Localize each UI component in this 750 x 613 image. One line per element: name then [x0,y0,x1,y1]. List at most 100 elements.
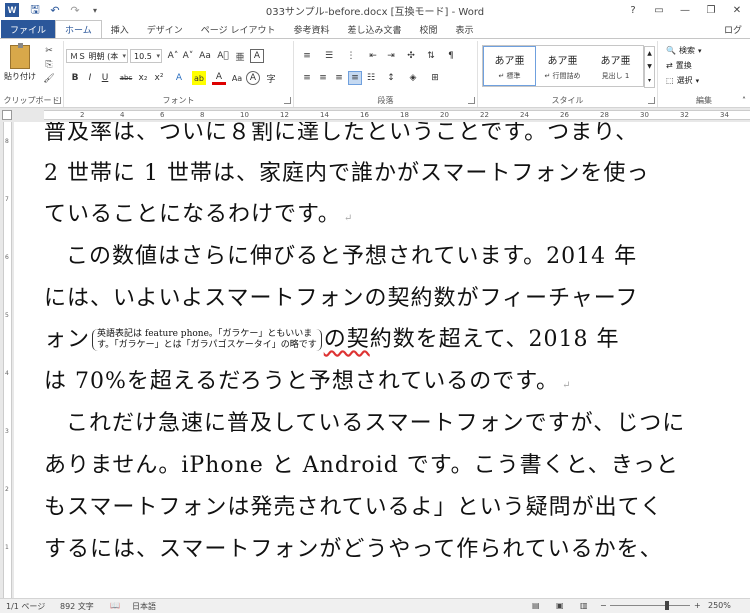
tab-view[interactable]: 表示 [447,20,483,38]
styles-launcher-icon[interactable] [648,97,655,104]
zoom-slider-thumb[interactable] [664,601,669,610]
print-layout-icon[interactable]: ▣ [556,601,564,610]
page-count[interactable]: 1/1 ページ [6,601,45,612]
align-left-icon[interactable]: ≡ [300,71,314,85]
superscript-button[interactable]: x² [152,71,166,85]
sort-icon[interactable]: ⇅ [424,49,438,63]
format-painter-icon[interactable]: 🖌 [42,73,56,85]
font-size-combo[interactable]: 10.5 ▾ [130,49,162,63]
spelling-flag[interactable]: の契 [324,327,370,352]
paragraph-launcher-icon[interactable] [468,97,475,104]
multilevel-list-icon[interactable]: ⋮ [344,49,358,63]
shrink-font-button[interactable]: A˅ [181,49,195,63]
character-border-button[interactable]: A [250,49,264,63]
tab-file[interactable]: ファイル [1,20,56,38]
style-heading-1[interactable]: あア亜 見出し 1 [589,46,642,86]
clipboard-launcher-icon[interactable] [54,97,61,104]
zoom-in-icon[interactable]: + [694,601,701,610]
language-indicator[interactable]: 日本語 [132,601,156,612]
web-layout-icon[interactable]: ▥ [580,601,588,610]
tab-insert[interactable]: 挿入 [102,20,138,38]
horizontal-ruler[interactable]: 2 4 6 8 10 12 14 16 18 20 22 24 26 28 30 32 34 [44,110,750,120]
doc-line-10: もスマートフォンは発売されているよ」という疑問が出てく [44,495,664,520]
restore-button[interactable]: ❐ [698,0,724,20]
paste-button[interactable]: 貼り付け [3,43,37,85]
tab-selector-icon[interactable] [2,110,12,120]
find-button[interactable]: 🔍 検索 ▾ [666,45,701,56]
redo-icon[interactable]: ↷ [66,2,84,18]
style-no-spacing[interactable]: あア亜 ↵ 行間詰め [536,46,589,86]
copy-icon[interactable]: ⎘ [42,59,56,71]
phonetic-guide-button[interactable]: 亜 [233,49,247,63]
underline-button[interactable]: U [98,71,112,85]
zoom-out-icon[interactable]: − [600,601,607,610]
ruler-number: 34 [720,111,729,119]
cut-icon[interactable]: ✂ [42,45,56,57]
bullets-icon[interactable]: ≡ [300,49,314,63]
font-name-combo[interactable]: ＭＳ 明朝 (本 ▾ [66,49,128,63]
font-size-value: 10.5 [134,51,152,61]
style-normal[interactable]: あア亜 ↵ 標準 [483,46,536,86]
numbering-icon[interactable]: ☰ [322,49,336,63]
borders-icon[interactable]: ⊞ [428,71,442,85]
highlight-color-button[interactable]: ab [192,71,206,85]
gallery-scroll[interactable]: ▲ ▼ ▾ [644,46,655,88]
strikethrough-button[interactable]: abc [117,71,135,85]
line-spacing-icon[interactable]: ↕ [384,71,398,85]
subscript-button[interactable]: x₂ [136,71,150,85]
tab-mailings[interactable]: 差し込み文書 [338,20,410,38]
collapse-ribbon-icon[interactable]: ˄ [742,96,746,105]
minimize-button[interactable]: — [672,0,698,20]
document-page[interactable]: 普及率は、ついに８割に達したということです。つまり、 2 世帯に 1 世帯は、家… [14,122,750,598]
replace-button[interactable]: ⇄ 置換 [666,60,692,71]
doc-line-4: この数値はさらに伸びると予想されています。2014 年 [66,244,638,269]
save-icon[interactable]: 🖫 [26,2,44,18]
align-right-icon[interactable]: ≡ [332,71,346,85]
customize-qat-icon[interactable]: ▾ [86,2,104,18]
asian-typography-icon[interactable]: ✣ [404,49,418,63]
ruler-number: 12 [280,111,289,119]
font-launcher-icon[interactable] [284,97,291,104]
enclose-characters-button[interactable]: A [246,71,260,85]
gallery-more-icon[interactable]: ▾ [648,77,651,84]
ruler-number: 16 [360,111,369,119]
vertical-ruler[interactable]: 8 7 6 5 4 3 2 1 [3,122,12,598]
read-mode-icon[interactable]: ▤ [532,601,540,610]
tab-home[interactable]: ホーム [55,20,102,38]
clear-formatting-button[interactable]: A⃠ [216,49,230,63]
word-count[interactable]: 892 文字 [60,601,94,612]
tab-review[interactable]: 校閲 [411,20,447,38]
increase-indent-icon[interactable]: ⇥ [384,49,398,63]
bold-button[interactable]: B [68,71,82,85]
help-button[interactable]: ? [620,0,646,20]
tab-design[interactable]: デザイン [138,20,192,38]
word-app-icon[interactable]: W [4,2,20,18]
show-formatting-icon[interactable]: ¶ [444,49,458,63]
ribbon-display-button[interactable]: ▭ [646,0,672,20]
gallery-down-icon[interactable]: ▼ [647,63,652,70]
zoom-slider[interactable] [610,601,690,610]
font-color-button[interactable]: A [212,71,226,85]
zoom-level[interactable]: 250% [708,601,731,610]
undo-icon[interactable]: ↶ [46,2,64,18]
tab-page-layout[interactable]: ページ レイアウト [192,20,285,38]
character-shading-button[interactable]: Aa [230,71,244,85]
justify-icon[interactable]: ≡ [348,71,362,85]
distributed-icon[interactable]: ☷ [364,71,378,85]
decrease-indent-icon[interactable]: ⇤ [366,49,380,63]
close-button[interactable]: ✕ [724,0,750,20]
change-case-button[interactable]: Aa [198,49,212,63]
select-button[interactable]: ⬚ 選択 ▾ [666,75,699,86]
asian-layout-button[interactable]: 字 [264,71,278,85]
align-center-icon[interactable]: ≡ [316,71,330,85]
shading-icon[interactable]: ◈ [406,71,420,85]
styles-gallery: あア亜 ↵ 標準 あア亜 ↵ 行間詰め あア亜 見出し 1 ▲ ▼ ▾ [482,45,655,88]
grow-font-button[interactable]: A˄ [166,49,180,63]
paragraph-mark-icon: ↵ [343,213,354,224]
tab-references[interactable]: 参考資料 [284,20,338,38]
proofing-icon[interactable]: 📖 [110,601,120,610]
sign-in-link[interactable]: ログ [724,23,742,36]
text-effects-button[interactable]: A [172,71,186,85]
gallery-up-icon[interactable]: ▲ [647,50,652,57]
italic-button[interactable]: I [83,71,97,85]
